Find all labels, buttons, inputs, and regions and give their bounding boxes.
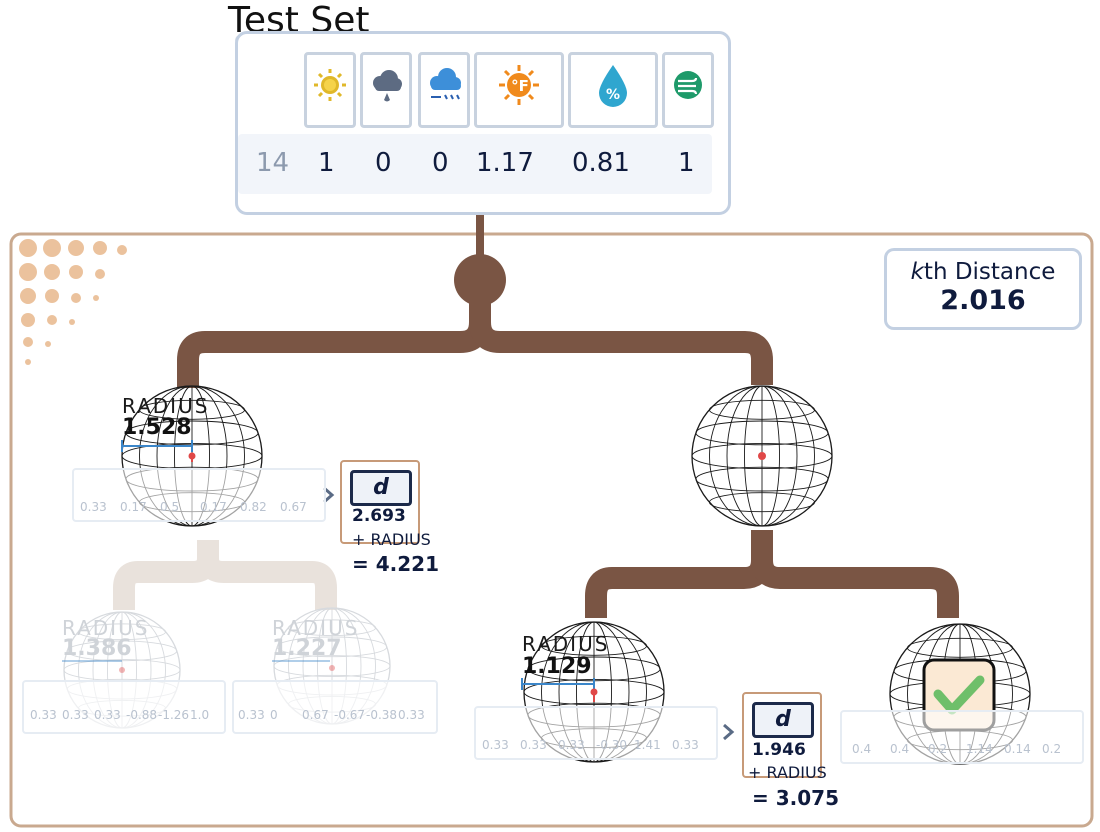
leaf-value: 0.2 [1042,742,1062,756]
leaf-value: 0 [270,708,278,722]
leaf-value: 0.33 [398,708,425,722]
sun-icon [314,69,346,101]
leaf-value: 1.0 [190,708,210,722]
root-node [454,254,506,306]
leaf-value: 0.17 [120,500,147,514]
branch-left [177,300,491,388]
humidity-drop-icon: % [599,65,627,107]
value-humidity: 0.81 [572,148,630,178]
leaf-value: 0.33 [94,708,121,722]
distance-result: = 4.221 [352,552,439,576]
wind-rain-card [418,52,470,128]
distance-plus-radius: + RADIUS [748,763,827,782]
value-rain: 0 [375,148,392,178]
test-set-values [238,134,712,194]
distance-plus-radius: + RADIUS [352,530,431,549]
leaf-value: -0.38 [366,708,398,722]
leaf-value: 0.4 [852,742,872,756]
distance-value: 1.946 [752,740,806,760]
radius-value: 1.227 [272,636,342,661]
value-wind: 1 [678,148,695,178]
leaf-value: -1.26 [158,708,190,722]
chevron-right-icon [723,723,735,741]
leaf-value: 0.33 [558,738,585,752]
leaf-row-lr [232,680,438,734]
humidity-card: % [568,52,658,128]
test-set-panel: °F % 14 1 0 0 1.17 0.81 1 [235,31,731,215]
radius-value: 1.129 [522,654,592,679]
wind-icon [674,71,702,99]
leaf-value: 0.2 [928,742,948,756]
leaf-value: 1.14 [966,742,993,756]
wind-card [662,52,714,128]
distance-symbol: d [350,470,412,506]
leaf-value: 0.33 [520,738,547,752]
leaf-value: 0.17 [200,500,227,514]
distance-result: = 3.075 [752,786,839,810]
kth-value: 2.016 [940,285,1026,316]
value-sun: 1 [318,148,335,178]
leaf-value: 0.67 [280,500,307,514]
leaf-value: 0.5 [160,500,180,514]
wind-rain-icon [430,68,461,100]
hot-sun-icon: °F [499,65,539,105]
kth-label: kth Distance [910,259,1056,285]
faded-branch-right [197,540,337,610]
radius-marker-faded-lr [272,660,335,671]
value-wind-rain: 0 [432,148,449,178]
leaf-value: 0.33 [80,500,107,514]
svg-text:%: % [606,87,620,103]
leaf-value: -0.30 [596,738,628,752]
rain-cloud-icon [373,70,402,102]
leaf-value: 0.67 [302,708,329,722]
leaf-value: 0.33 [62,708,89,722]
radius-label: RADIUS [522,632,610,656]
leaf-value: -0.67 [334,708,366,722]
leaf-value: 0.33 [482,738,509,752]
radius-value: 1.386 [62,636,132,661]
leaf-value: 0.14 [1004,742,1031,756]
faded-branch-left [113,540,219,610]
leaf-value: 0.33 [672,738,699,752]
leaf-row-ll [22,680,226,734]
leaf-value: 0.82 [240,500,267,514]
leaf-value: 0.33 [30,708,57,722]
hot-sun-card: °F [474,52,564,128]
center-dot-root-right [758,452,766,460]
branch-right [469,300,773,385]
sun-card [304,52,356,128]
kth-distance-panel: kth Distance 2.016 [884,248,1082,330]
value-temperature: 1.17 [476,148,534,178]
leaf-value: 0.4 [890,742,910,756]
leaf-value: 0.33 [238,708,265,722]
distance-value: 2.693 [352,506,406,526]
radius-value: 1.528 [122,415,192,440]
branch-right-right [751,530,959,618]
test-index: 14 [256,148,290,178]
svg-text:°F: °F [511,77,529,95]
distance-symbol: d [752,702,814,738]
rain-cloud-card [360,52,412,128]
halftone-decoration [19,239,127,365]
leaf-value: -0.88 [126,708,158,722]
branch-right-left [585,530,773,618]
leaf-value: 1.41 [634,738,661,752]
